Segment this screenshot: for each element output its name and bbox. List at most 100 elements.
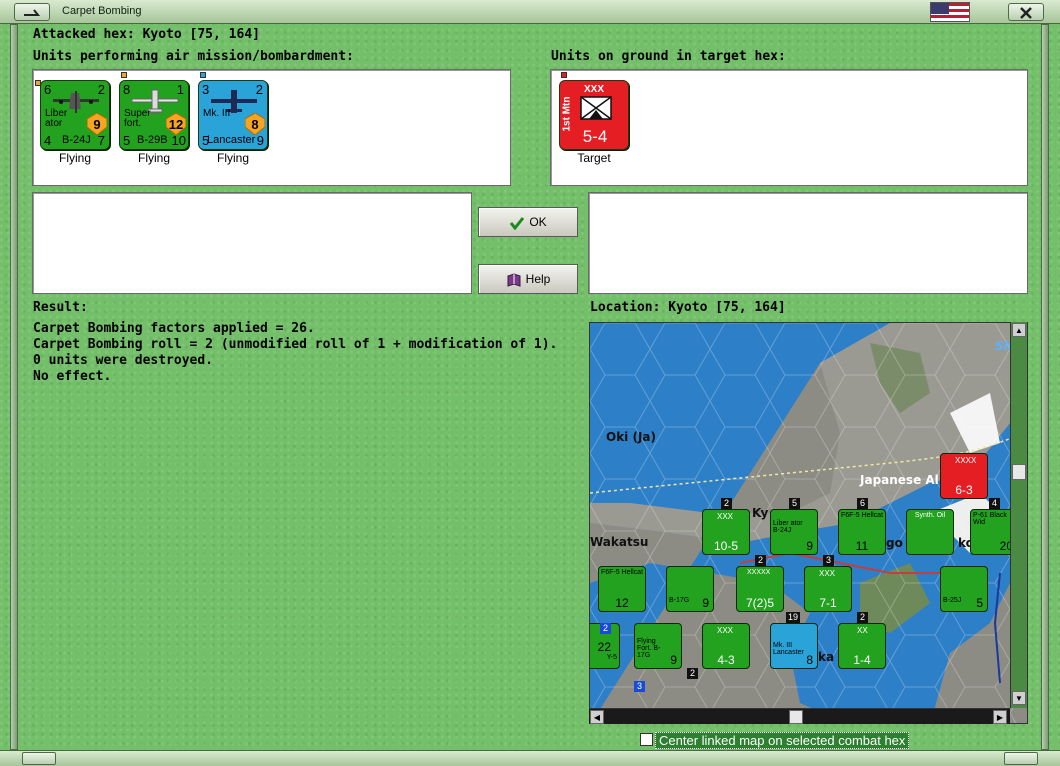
- window-menu-button[interactable]: [14, 3, 50, 21]
- unit-stat: 10: [171, 133, 186, 148]
- scroll-down-arrow-icon[interactable]: ▼: [1012, 691, 1026, 705]
- air-unit-counter-liberator[interactable]: 6 2 Liber ator 9 4 B-24J 7: [40, 80, 110, 150]
- unit-status: Target: [577, 151, 611, 165]
- map-counter-value: 5: [976, 596, 983, 610]
- map-counter-size: XXX: [717, 512, 734, 521]
- unit-size: XXX: [584, 84, 605, 95]
- unit-marker: [561, 72, 567, 78]
- help-label: Help: [525, 272, 551, 286]
- center-map-label[interactable]: Center linked map on selected combat hex: [655, 732, 910, 749]
- scroll-left-arrow-icon[interactable]: ◀: [590, 710, 604, 724]
- stack-count-badge: 2: [857, 612, 868, 623]
- ground-units-label: Units on ground in target hex:: [551, 49, 786, 64]
- unit-status: Flying: [137, 151, 170, 165]
- map-counter[interactable]: XXX 10-5: [702, 509, 750, 555]
- attack-strength-shield-icon: 8: [245, 113, 265, 135]
- map-counter[interactable]: B-25J 5: [940, 566, 988, 612]
- map-counter-value: 12: [615, 596, 629, 610]
- resize-right-button[interactable]: [1004, 752, 1038, 765]
- map-counter-size: Y-5: [606, 654, 617, 661]
- stack-count-badge: 3: [634, 681, 645, 692]
- map-counter[interactable]: Mk. III Lancaster 8: [770, 623, 818, 669]
- map-counter-value: 9: [670, 653, 677, 667]
- stack-count-badge: 3: [823, 555, 834, 566]
- map-vertical-scrollbar[interactable]: ▲ ▼: [1010, 322, 1027, 708]
- attack-value: 8: [251, 117, 259, 132]
- ground-units-panel: XXX 1st Mtn 5-4 Target: [550, 69, 1028, 186]
- close-icon: [1020, 7, 1032, 19]
- defender-info-panel: [588, 192, 1028, 294]
- map-counter[interactable]: Liber ator B-24J 9: [770, 509, 818, 555]
- map-counter[interactable]: XXXXX 7(2)5: [736, 566, 784, 612]
- unit-designation: Lancaster: [207, 134, 256, 146]
- stack-count-badge: 2: [600, 623, 611, 634]
- unit-designation: B-29B: [137, 134, 168, 146]
- window-bottom-frame: [0, 750, 1060, 766]
- vertical-scroll-thumb[interactable]: [1012, 464, 1026, 480]
- stack-count-badge: 5: [789, 498, 800, 509]
- scroll-up-arrow-icon[interactable]: ▲: [1012, 323, 1026, 337]
- map-counter-size: XXXXX: [747, 569, 771, 576]
- map-counter[interactable]: Flying Fort. B-17G 9: [634, 623, 682, 669]
- window-title: Carpet Bombing: [62, 5, 142, 17]
- location-map[interactable]: Oki (Ja) Japanese Al Wakatsu Ky go ko ka…: [589, 322, 1028, 724]
- map-counter[interactable]: XXXX 6-3: [940, 453, 988, 499]
- map-counter-size: XXXX: [955, 456, 977, 465]
- map-counter-size: XX: [857, 626, 868, 635]
- horizontal-scroll-thumb[interactable]: [789, 710, 803, 724]
- map-counter-value: 9: [806, 539, 813, 553]
- result-title: Result:: [33, 300, 88, 315]
- map-counter[interactable]: Synth. Oil: [906, 509, 954, 555]
- map-counter[interactable]: XXX 4-3: [702, 623, 750, 669]
- map-counter-size: F6F-5 Hellcat: [601, 569, 644, 576]
- ground-unit-counter-1st-mtn[interactable]: XXX 1st Mtn 5-4: [559, 80, 629, 150]
- restore-icon: [24, 9, 41, 16]
- map-counter[interactable]: F6F-5 Hellcat 11: [838, 509, 886, 555]
- help-button[interactable]: Help: [478, 264, 578, 294]
- map-horizontal-scrollbar[interactable]: ◀ ▶: [589, 708, 1010, 724]
- scroll-right-arrow-icon[interactable]: ▶: [993, 710, 1007, 724]
- map-counter-value: Synth. Oil: [914, 512, 946, 519]
- us-flag-icon: [930, 2, 970, 22]
- map-place-label: ka: [818, 650, 835, 664]
- resize-left-button[interactable]: [22, 752, 56, 765]
- unit-stat: 4: [44, 133, 52, 148]
- map-place-label: Oki (Ja): [606, 430, 657, 444]
- air-unit-counter-lancaster[interactable]: 3 2 Mk. III 8 5 Lancaster 9: [198, 80, 268, 150]
- result-line: 0 units were destroyed.: [33, 353, 214, 368]
- map-counter[interactable]: B-17G 9: [666, 566, 714, 612]
- map-place-label: Ky: [752, 506, 769, 520]
- result-line: Carpet Bombing roll = 2 (unmodified roll…: [33, 337, 558, 352]
- map-counter-value: 9: [702, 596, 709, 610]
- attack-strength-shield-icon: 9: [87, 113, 107, 135]
- map-counter[interactable]: XXX 7-1: [804, 566, 852, 612]
- unit-status: Flying: [216, 151, 249, 165]
- unit-stat: 5: [123, 133, 131, 148]
- map-counter-size: XXX: [717, 626, 734, 635]
- close-button[interactable]: [1008, 3, 1044, 21]
- air-unit-counter-superfort[interactable]: 8 1 Super fort. 12 5 B-29B 10: [119, 80, 189, 150]
- stack-count-badge: 4: [989, 498, 1000, 509]
- map-counter-value: 7-1: [819, 596, 837, 610]
- map-counter-value: 22: [597, 640, 611, 654]
- map-counter-value: 4-3: [717, 653, 735, 667]
- attack-value: 9: [93, 117, 101, 132]
- unit-strength: 5-4: [582, 127, 608, 146]
- stack-count-badge: 6: [857, 498, 868, 509]
- ok-button[interactable]: OK: [478, 207, 578, 237]
- map-counter-value: 8: [806, 653, 813, 667]
- unit-name-line1: Mk. III: [203, 108, 231, 119]
- unit-designation: B-24J: [62, 134, 91, 146]
- map-counter[interactable]: XX 1-4: [838, 623, 886, 669]
- unit-marker: [200, 72, 206, 78]
- window-frame-left: [10, 24, 18, 750]
- result-line: No effect.: [33, 369, 112, 384]
- center-map-checkbox[interactable]: [640, 733, 653, 746]
- attack-strength-shield-icon: 12: [166, 113, 186, 135]
- stack-count-badge: 2: [687, 668, 698, 679]
- map-counter-value: 6-3: [955, 483, 973, 497]
- unit-status: Flying: [58, 151, 91, 165]
- map-place-label: Wakatsu: [590, 535, 649, 549]
- map-counter[interactable]: F6F-5 Hellcat 12: [598, 566, 646, 612]
- map-counter-size: F6F-5 Hellcat: [841, 512, 884, 519]
